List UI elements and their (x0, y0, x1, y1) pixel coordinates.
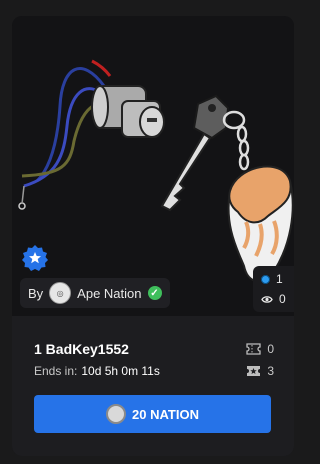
eye-icon (261, 295, 273, 303)
owners-count: 1 (276, 272, 283, 286)
creator-name: Ape Nation (77, 285, 142, 301)
auction-countdown: Ends in: 10d 5h 0m 11s (34, 364, 160, 378)
nation-token-icon (106, 404, 127, 424)
views-stat: 0 (261, 292, 286, 306)
winners-count: 3 (267, 364, 274, 378)
winners-stat: 3 (246, 364, 274, 378)
stats-panel: 1 0 (253, 266, 294, 312)
owner-dot-icon (261, 274, 270, 284)
key-artwork (18, 59, 294, 282)
ends-value: 10d 5h 0m 11s (81, 364, 160, 378)
owners-stat: 1 (261, 272, 283, 286)
views-count: 0 (279, 292, 286, 306)
buy-label: 20 NATION (132, 406, 199, 422)
buy-button[interactable]: 20 NATION (34, 395, 271, 433)
card-footer: 1 BadKey1552 Ends in: 10d 5h 0m 11s 0 3 2… (12, 316, 294, 456)
ends-label: Ends in: (34, 364, 78, 378)
nft-title[interactable]: 1 BadKey1552 (34, 341, 129, 357)
tickets-count: 0 (267, 342, 274, 356)
creator-prefix: By (28, 285, 44, 301)
tickets-stat: 0 (246, 342, 274, 356)
verified-icon: ✓ (147, 286, 162, 300)
creator-link[interactable]: By ◎ Ape Nation ✓ (20, 278, 170, 308)
ticket-icon (246, 343, 261, 355)
featured-badge-icon (22, 245, 48, 271)
nft-image[interactable] (12, 16, 294, 316)
nft-card[interactable]: By ◎ Ape Nation ✓ 1 0 1 BadKey1552 Ends … (12, 16, 294, 456)
ticket-star-icon (247, 366, 261, 376)
creator-avatar: ◎ (49, 282, 72, 304)
